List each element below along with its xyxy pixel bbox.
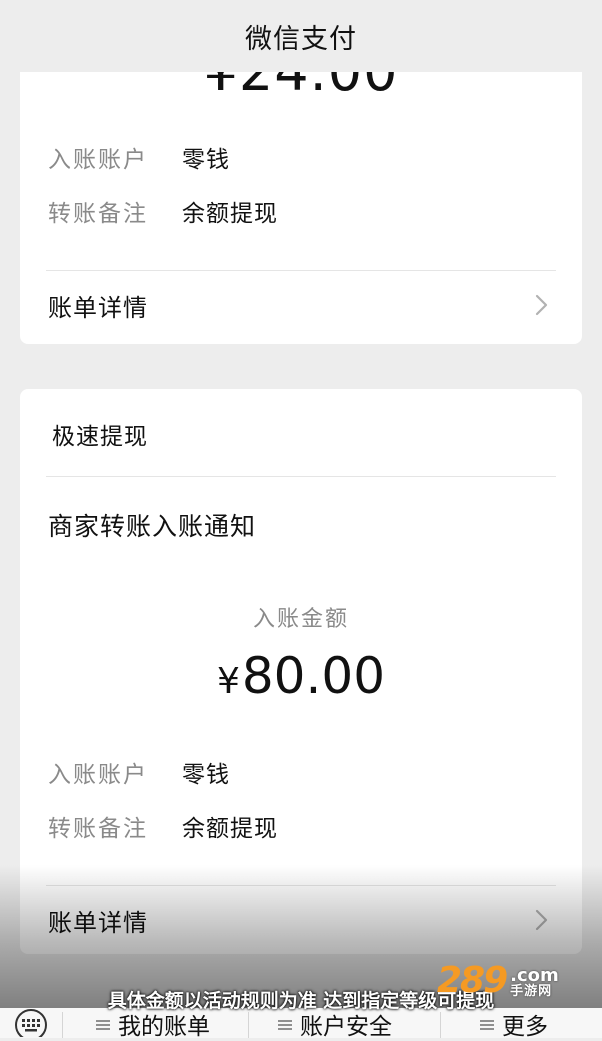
- field-value: 零钱: [182, 762, 230, 788]
- field-account: 入账账户 零钱: [48, 756, 548, 788]
- bill-details-label: 账单详情: [48, 293, 148, 322]
- watermark-number: 289: [437, 960, 508, 1001]
- menu-item-label: 更多: [502, 1014, 548, 1040]
- hamburger-icon: [480, 1011, 494, 1037]
- amount-value: ¥80.00: [20, 647, 582, 705]
- menu-item-label: 我的账单: [118, 1014, 210, 1040]
- page-title: 微信支付: [245, 23, 357, 55]
- menu-item-my-bills[interactable]: 我的账单: [96, 1010, 210, 1040]
- amount-number: 80.00: [241, 647, 386, 705]
- bill-details-row[interactable]: 账单详情: [20, 888, 582, 952]
- field-value: 余额提现: [182, 816, 278, 842]
- hamburger-icon: [96, 1011, 110, 1037]
- menu-separator: [248, 1012, 249, 1038]
- field-value: 零钱: [182, 147, 230, 173]
- currency-symbol: ¥: [216, 661, 240, 702]
- divider: [46, 885, 556, 886]
- notice-title: 商家转账入账通知: [48, 512, 257, 541]
- field-label: 入账账户: [48, 762, 148, 788]
- menu-separator: [440, 1012, 441, 1038]
- amount-caption: 入账金额: [252, 607, 349, 632]
- field-account: 入账账户 零钱: [48, 141, 548, 173]
- chevron-right-icon: [530, 908, 554, 932]
- transfer-card-current: 极速提现 商家转账入账通知 入账金额 ¥80.00 入账账户 零钱 转账备注 余…: [20, 389, 582, 954]
- watermark-subtitle: 手游网: [510, 984, 553, 999]
- menu-separator: [62, 1012, 63, 1038]
- divider: [46, 270, 556, 271]
- menu-item-account-security[interactable]: 账户安全: [278, 1010, 392, 1040]
- menu-item-label: 账户安全: [300, 1014, 392, 1040]
- chevron-right-icon: [530, 293, 554, 317]
- keyboard-icon[interactable]: [12, 1006, 50, 1038]
- transfer-card-previous: ¥24.00 入账账户 零钱 转账备注 余额提现 账单详情: [20, 28, 582, 344]
- field-label: 转账备注: [48, 201, 148, 227]
- menu-item-more[interactable]: 更多: [480, 1010, 548, 1040]
- nav-header: 微信支付: [0, 0, 602, 72]
- hamburger-icon: [278, 1011, 292, 1037]
- bill-details-label: 账单详情: [48, 908, 148, 937]
- watermark-domain: .com: [510, 965, 559, 986]
- section-title: 极速提现: [52, 424, 148, 450]
- site-watermark: 289 .com 手游网: [437, 956, 582, 1000]
- field-label: 入账账户: [48, 147, 148, 173]
- field-value: 余额提现: [182, 201, 278, 227]
- field-label: 转账备注: [48, 816, 148, 842]
- field-remark: 转账备注 余额提现: [48, 810, 548, 842]
- bill-details-row[interactable]: 账单详情: [20, 273, 582, 337]
- field-remark: 转账备注 余额提现: [48, 195, 548, 227]
- divider: [46, 476, 556, 477]
